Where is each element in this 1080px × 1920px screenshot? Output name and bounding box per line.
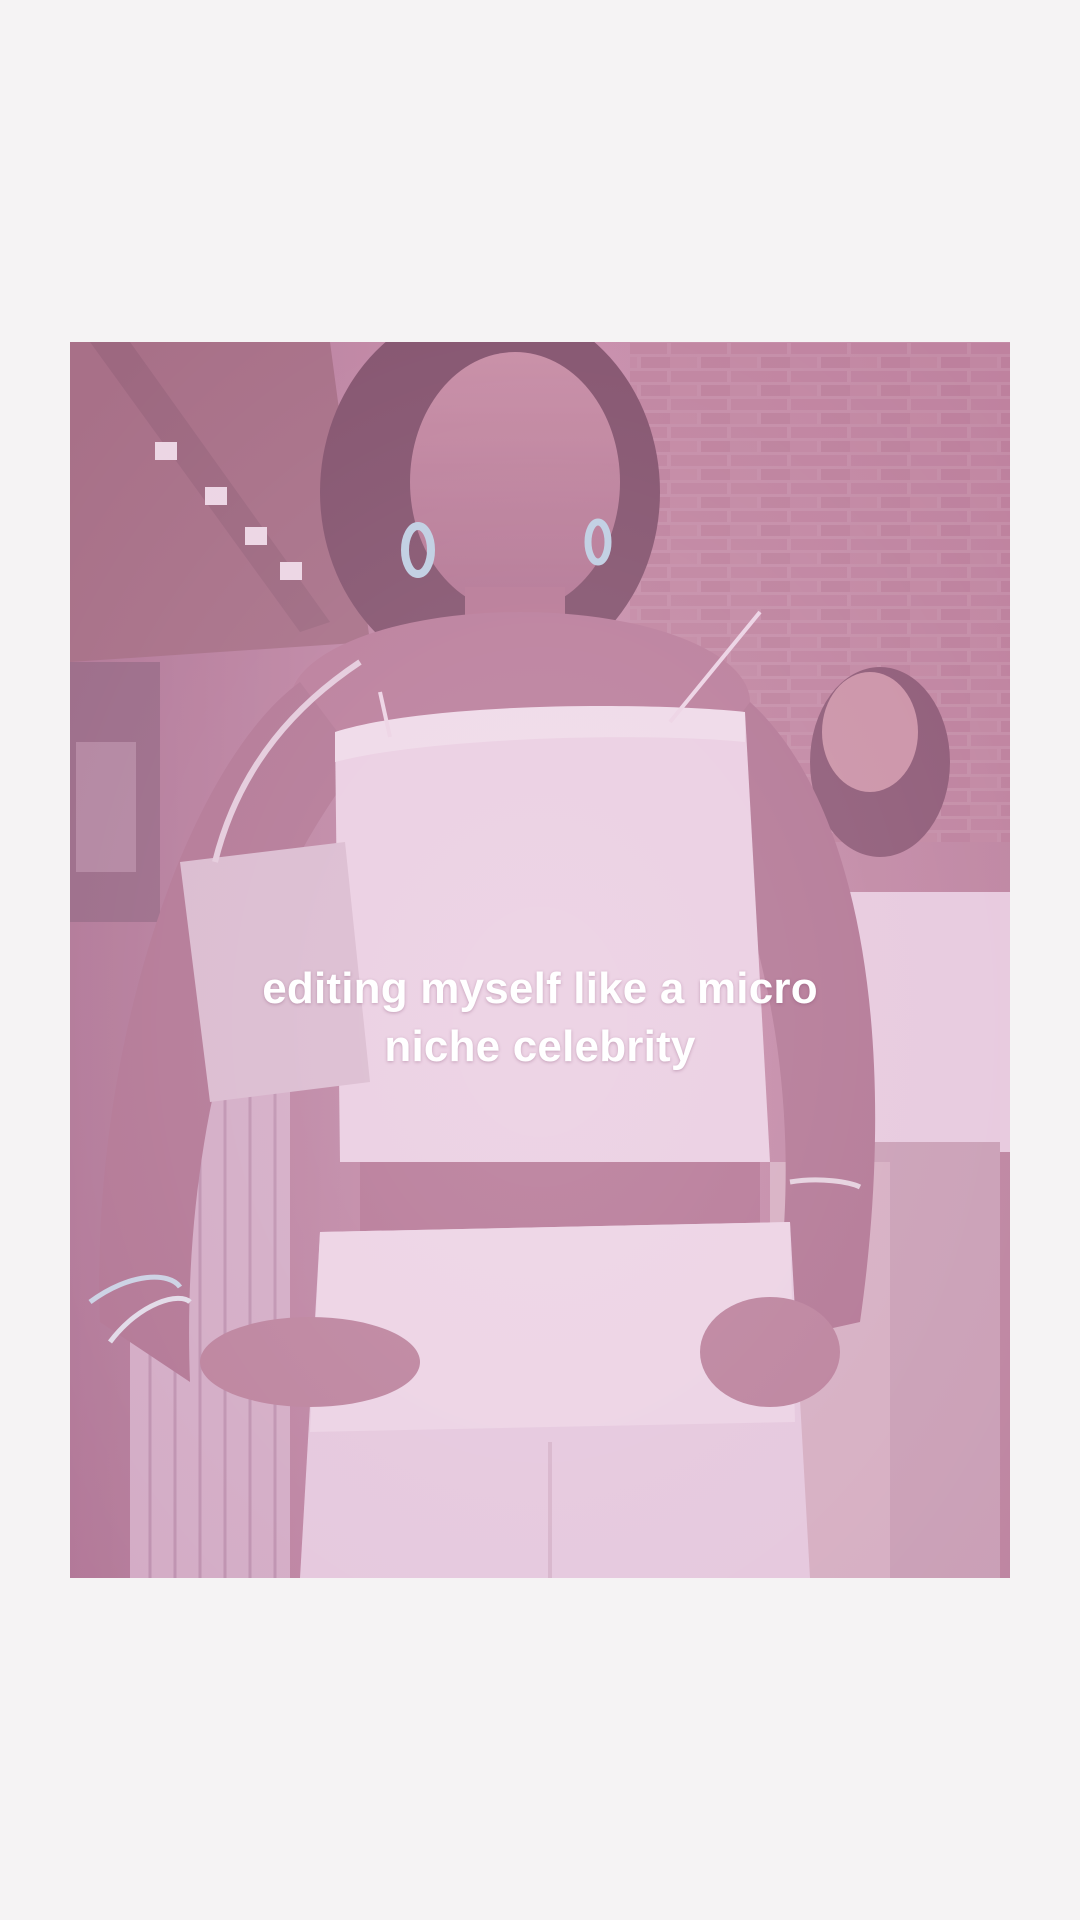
caption-line-2: niche celebrity: [384, 1022, 696, 1071]
caption-line-1: editing myself like a micro: [262, 964, 818, 1013]
post-canvas: editing myself like a micro niche celebr…: [0, 0, 1080, 1920]
caption-text: editing myself like a micro niche celebr…: [70, 960, 1010, 1076]
